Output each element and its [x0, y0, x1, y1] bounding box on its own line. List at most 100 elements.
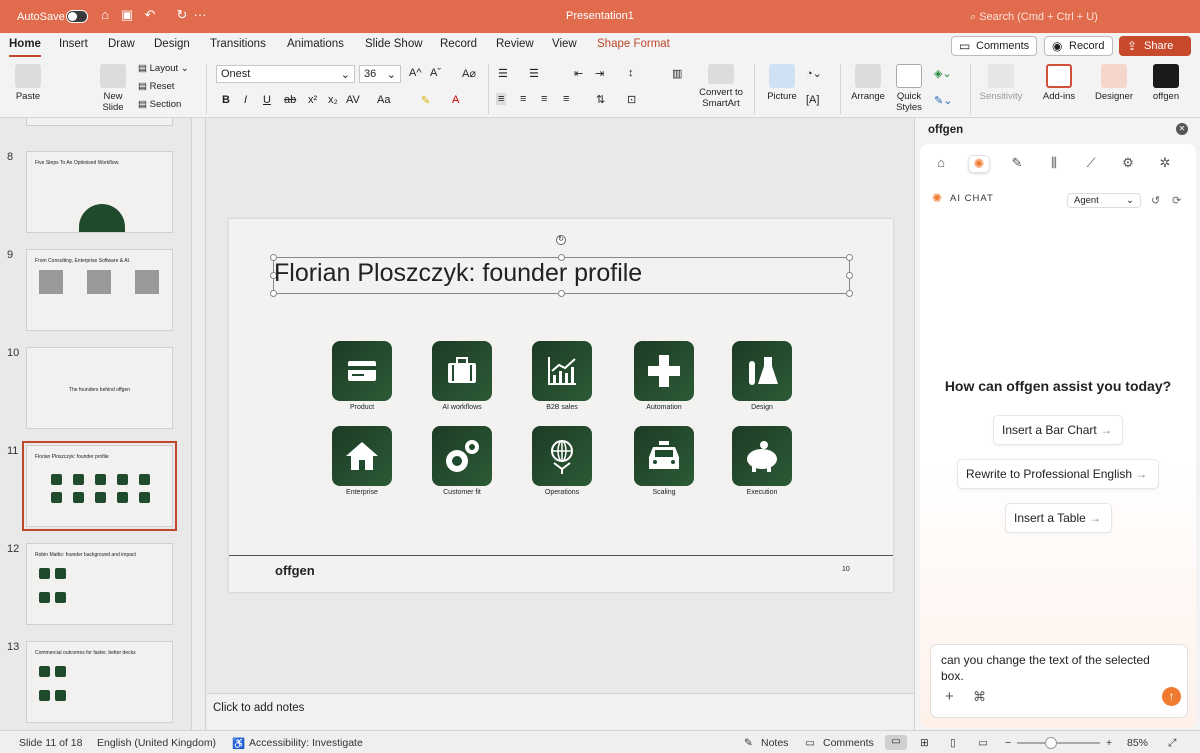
- slide-thumbnail-9[interactable]: From Consulting, Enterprise Software & A…: [26, 249, 173, 331]
- shapes-icon[interactable]: ◔⌄: [806, 67, 822, 80]
- highlight-icon[interactable]: ✎: [421, 94, 430, 107]
- slide-thumbnail-8[interactable]: Five Steps To An Optimised Workflow.: [26, 151, 173, 233]
- zoom-in-icon[interactable]: +: [1106, 737, 1112, 749]
- clear-format-icon[interactable]: A⌀: [462, 67, 476, 80]
- notes-toggle[interactable]: Notes: [761, 737, 788, 749]
- tile-enterprise[interactable]: [332, 426, 392, 486]
- resize-handle[interactable]: [270, 290, 277, 297]
- reading-view-icon[interactable]: ▯: [950, 737, 956, 749]
- picture-button[interactable]: Picture: [764, 64, 800, 102]
- shrink-font-icon[interactable]: Aˇ: [430, 67, 441, 79]
- tab-shape-format[interactable]: Shape Format: [597, 38, 670, 50]
- mode-select[interactable]: Agent ⌄: [1067, 193, 1141, 208]
- reset-button[interactable]: ▤ Reset: [138, 81, 174, 92]
- shape-outline-icon[interactable]: ✎⌄: [934, 94, 952, 107]
- arrange-button[interactable]: Arrange: [848, 64, 888, 102]
- chat-input[interactable]: can you change the text of the selected …: [930, 644, 1188, 718]
- thumbnail-scrollbar[interactable]: [192, 118, 206, 730]
- align-center-icon[interactable]: ≡: [520, 93, 526, 105]
- line-spacing-icon[interactable]: ↕: [628, 67, 634, 79]
- slide-thumbnail[interactable]: [26, 118, 173, 126]
- align-text-icon[interactable]: ⊡: [627, 93, 636, 106]
- resize-handle[interactable]: [846, 254, 853, 261]
- home-icon[interactable]: ⌂: [930, 155, 952, 173]
- tab-transitions[interactable]: Transitions: [210, 38, 266, 50]
- strikethrough-icon[interactable]: ab: [284, 94, 296, 106]
- slide-thumbnail-12[interactable]: Robin Mattis: founder background and imp…: [26, 543, 173, 625]
- send-button[interactable]: ↑: [1162, 687, 1181, 706]
- resize-handle[interactable]: [558, 290, 565, 297]
- zoom-level[interactable]: 85%: [1127, 737, 1148, 749]
- resize-handle[interactable]: [846, 290, 853, 297]
- tile-ai-workflows[interactable]: [432, 341, 492, 401]
- slide-thumbnail-11[interactable]: Florian Ploszczyk: founder profile: [22, 441, 177, 531]
- tab-view[interactable]: View: [552, 38, 577, 50]
- tab-draw[interactable]: Draw: [108, 38, 135, 50]
- justify-icon[interactable]: ≡: [563, 93, 569, 105]
- resize-handle[interactable]: [846, 272, 853, 279]
- designer-button[interactable]: Designer: [1092, 64, 1136, 102]
- superscript-icon[interactable]: x²: [308, 94, 317, 106]
- comments-button[interactable]: ▭ Comments: [951, 36, 1037, 56]
- rotate-handle-icon[interactable]: ↻: [556, 235, 566, 245]
- shape-fill-icon[interactable]: ◈⌄: [934, 67, 952, 80]
- slide-title[interactable]: Florian Ploszczyk: founder profile: [274, 259, 642, 288]
- tile-b2b-sales[interactable]: [532, 341, 592, 401]
- language[interactable]: English (United Kingdom): [97, 737, 216, 749]
- zoom-out-icon[interactable]: −: [1005, 737, 1011, 749]
- tile-automation[interactable]: [634, 341, 694, 401]
- font-name-select[interactable]: Onest ⌄: [216, 65, 355, 83]
- tab-review[interactable]: Review: [496, 38, 534, 50]
- textbox-icon[interactable]: [A]: [806, 94, 819, 106]
- slide-thumbnail-13[interactable]: Commercial outcomes for faster, better d…: [26, 641, 173, 723]
- command-icon[interactable]: ⌘: [973, 689, 986, 705]
- gear-icon[interactable]: ⚙: [1117, 155, 1139, 173]
- paste-button[interactable]: Paste: [10, 64, 46, 102]
- offgen-button[interactable]: offgen: [1148, 64, 1184, 102]
- bold-icon[interactable]: B: [222, 94, 230, 106]
- tile-scaling[interactable]: [634, 426, 694, 486]
- sensitivity-button[interactable]: Sensitivity: [976, 64, 1026, 102]
- tile-operations[interactable]: [532, 426, 592, 486]
- suggestion-rewrite[interactable]: Rewrite to Professional English →: [957, 459, 1159, 489]
- font-color-icon[interactable]: A: [452, 94, 459, 106]
- tile-execution[interactable]: [732, 426, 792, 486]
- quick-styles-button[interactable]: Quick Styles: [892, 64, 926, 113]
- tab-record[interactable]: Record: [440, 38, 477, 50]
- ai-sparkle-icon[interactable]: ✺: [968, 155, 990, 173]
- zoom-slider[interactable]: [1017, 742, 1100, 744]
- notes-pane[interactable]: Click to add notes: [207, 693, 914, 730]
- share-button[interactable]: ⇪ Share: [1119, 36, 1191, 56]
- new-slide-button[interactable]: New Slide: [96, 64, 130, 113]
- accessibility-status[interactable]: Accessibility: Investigate: [249, 737, 363, 749]
- tile-customer-fit[interactable]: [432, 426, 492, 486]
- layout-button[interactable]: ▤ Layout ⌄: [138, 63, 189, 74]
- section-button[interactable]: ▤ Section: [138, 99, 181, 110]
- brush-icon[interactable]: ✎: [1006, 155, 1028, 173]
- decrease-indent-icon[interactable]: ⇤: [574, 67, 583, 80]
- bullets-icon[interactable]: ☰: [498, 67, 508, 80]
- tab-insert[interactable]: Insert: [59, 38, 88, 50]
- char-spacing-icon[interactable]: AV: [346, 94, 360, 106]
- plus-icon[interactable]: +: [945, 688, 954, 705]
- convert-smartart-button[interactable]: Convert to SmartArt: [696, 64, 746, 109]
- normal-view-icon[interactable]: ▭: [885, 735, 907, 750]
- slide-thumbnail-10[interactable]: The founders behind offgen: [26, 347, 173, 429]
- fit-to-window-icon[interactable]: ⤢: [1168, 737, 1176, 750]
- numbering-icon[interactable]: ☰: [529, 67, 539, 80]
- align-right-icon[interactable]: ≡: [541, 93, 547, 105]
- zoom-slider-thumb[interactable]: [1045, 737, 1057, 749]
- suggestion-table[interactable]: Insert a Table →: [1005, 503, 1112, 533]
- tile-design[interactable]: [732, 341, 792, 401]
- slideshow-icon[interactable]: ▭: [978, 737, 988, 749]
- search-box[interactable]: ⌕ Search (Cmd + Ctrl + U): [970, 11, 1098, 24]
- tab-slideshow[interactable]: Slide Show: [365, 38, 423, 50]
- history-icon[interactable]: ↺: [1151, 194, 1160, 207]
- grow-font-icon[interactable]: A^: [409, 67, 422, 79]
- record-button[interactable]: ◉ Record: [1044, 36, 1113, 56]
- suggestion-bar-chart[interactable]: Insert a Bar Chart →: [993, 415, 1123, 445]
- chart-line-icon[interactable]: ⟋: [1080, 155, 1102, 173]
- italic-icon[interactable]: I: [244, 94, 247, 106]
- bug-icon[interactable]: ✲: [1154, 155, 1176, 173]
- close-icon[interactable]: ✕: [1176, 123, 1188, 135]
